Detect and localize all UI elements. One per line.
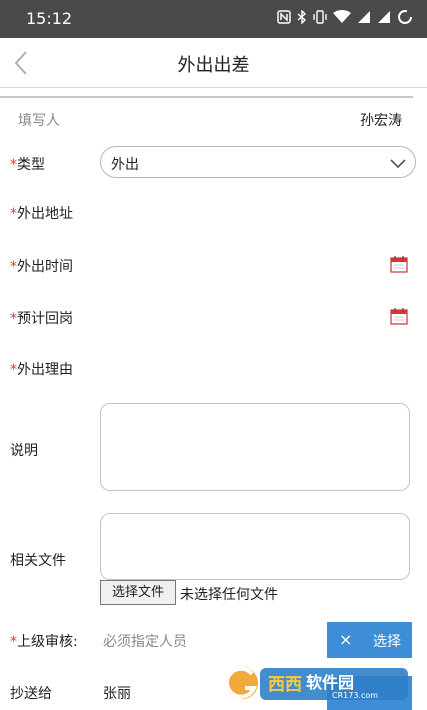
- approver-label: *上级审核:: [10, 631, 78, 651]
- required-marker: *: [10, 206, 17, 222]
- battery-icon: [397, 9, 413, 29]
- required-marker: *: [10, 259, 17, 275]
- filler-label: 填写人: [18, 113, 60, 129]
- return-label-text: 预计回岗: [17, 311, 73, 327]
- status-icons: [277, 9, 413, 29]
- select-button-label: 选择: [373, 634, 401, 650]
- reason-label-text: 外出理由: [17, 362, 73, 378]
- description-textarea[interactable]: [100, 403, 410, 491]
- approver-placeholder: 必须指定人员: [103, 634, 187, 650]
- status-time: 15:12: [26, 9, 73, 28]
- cc-value: 张丽: [103, 686, 131, 702]
- clear-icon: ×: [339, 630, 353, 649]
- svg-text:软件园: 软件园: [306, 673, 354, 692]
- description-label: 说明: [10, 443, 38, 459]
- address-label: *外出地址: [10, 203, 73, 223]
- signal-icon: [377, 10, 391, 28]
- reason-label: *外出理由: [10, 359, 73, 379]
- calendar-icon[interactable]: [390, 307, 408, 325]
- wifi-icon: [333, 10, 351, 28]
- choose-file-button[interactable]: 选择文件: [100, 580, 176, 605]
- divider: [0, 96, 413, 98]
- file-status: 未选择任何文件: [180, 587, 278, 603]
- filler-value: 孙宏涛: [360, 113, 402, 129]
- files-label: 相关文件: [10, 553, 66, 569]
- svg-text:CR173.com: CR173.com: [332, 691, 378, 700]
- required-marker: *: [10, 311, 17, 327]
- bluetooth-icon: [297, 9, 307, 28]
- select-approver-button[interactable]: × 选择: [327, 622, 412, 658]
- files-textarea[interactable]: [100, 513, 410, 580]
- calendar-icon[interactable]: [390, 255, 408, 273]
- type-label: *类型: [10, 154, 45, 174]
- out-time-label-text: 外出时间: [17, 259, 73, 275]
- address-label-text: 外出地址: [17, 206, 73, 222]
- approver-label-text: 上级审核:: [17, 634, 78, 650]
- required-marker: *: [10, 157, 17, 173]
- type-select-value: 外出: [111, 157, 139, 173]
- return-label: *预计回岗: [10, 308, 73, 328]
- required-marker: *: [10, 362, 17, 378]
- signal-icon: [357, 10, 371, 28]
- status-bar: 15:12: [0, 0, 427, 38]
- out-time-label: *外出时间: [10, 256, 73, 276]
- nfc-icon: [277, 10, 291, 28]
- svg-text:西西: 西西: [268, 675, 302, 695]
- page-title: 外出出差: [177, 55, 250, 76]
- required-marker: *: [10, 634, 17, 650]
- watermark-logo: 西西 软件园 CR173.com: [222, 662, 412, 704]
- vibrate-icon: [313, 10, 327, 28]
- type-select[interactable]: 外出: [100, 146, 416, 178]
- chevron-down-icon: [390, 159, 406, 169]
- nav-bar: 外出出差: [0, 38, 427, 88]
- type-label-text: 类型: [17, 157, 45, 173]
- cc-label: 抄送给: [10, 686, 52, 702]
